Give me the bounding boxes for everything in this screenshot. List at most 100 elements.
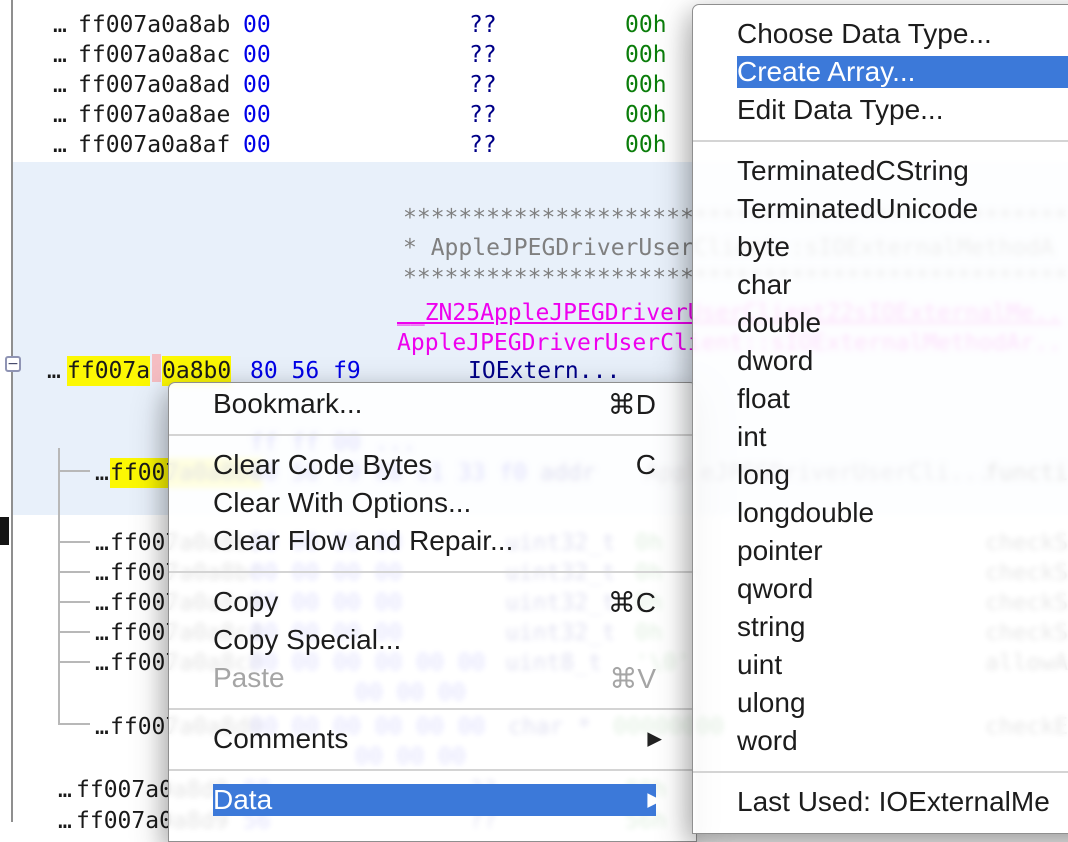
context-menu-item-paste: Paste⌘V <box>169 659 696 697</box>
context-menu-item-data[interactable]: Data ▶ <box>169 781 696 819</box>
menu-item-label: word <box>737 725 798 757</box>
menu-item-label: Edit Data Type... <box>737 94 944 126</box>
menu-item-label: Clear Flow and Repair... <box>213 525 513 557</box>
listing-field-m: ?? <box>469 130 497 160</box>
listing-field-b: 00 <box>243 10 271 40</box>
data-submenu-item-last-used[interactable]: Last Used: IOExternalMe <box>693 783 1068 821</box>
data-submenu-item-double[interactable]: double <box>693 304 1068 342</box>
listing-field-g: 00h <box>625 100 667 130</box>
menu-item-label: byte <box>737 231 790 263</box>
menu-item-label: qword <box>737 573 813 605</box>
tree-line <box>58 541 90 543</box>
listing-field-a: ff007a0a8ac <box>78 40 230 70</box>
menu-item-label: dword <box>737 345 813 377</box>
data-submenu-item-string[interactable]: string <box>693 608 1068 646</box>
listing-field-a: … <box>95 528 109 558</box>
menu-item-label: Clear With Options... <box>213 487 471 519</box>
data-submenu-item-long[interactable]: long <box>693 456 1068 494</box>
tree-line <box>58 448 60 724</box>
tree-line <box>58 601 90 603</box>
context-menu-item-comments[interactable]: Comments ▶ <box>169 720 696 758</box>
listing-field-a: … <box>53 70 67 100</box>
listing-field-m: ?? <box>469 100 497 130</box>
listing-field-b: 00 <box>243 70 271 100</box>
listing-field-a: … <box>95 618 109 648</box>
menu-item-label: pointer <box>737 535 823 567</box>
menu-item-label: TerminatedCString <box>737 155 969 187</box>
listing-field-a: … <box>47 356 61 386</box>
listing-field-a: … <box>53 100 67 130</box>
listing-field-a: … <box>58 775 72 805</box>
tree-line <box>58 571 90 573</box>
data-submenu-item-pointer[interactable]: pointer <box>693 532 1068 570</box>
listing-field-g: 00h <box>625 40 667 70</box>
listing-field-g: 00h <box>625 10 667 40</box>
listing-field-b: 00 <box>243 100 271 130</box>
menu-item-label: TerminatedUnicode <box>737 193 978 225</box>
listing-field-g: 00h <box>625 130 667 160</box>
listing-field-b: 00 <box>243 40 271 70</box>
menu-item-label: longdouble <box>737 497 874 529</box>
data-submenu-item-choose-data-type[interactable]: Choose Data Type... <box>693 15 1068 53</box>
listing-field-b: 00 <box>243 130 271 160</box>
menu-item-label: Copy Special... <box>213 624 401 656</box>
data-submenu-item-qword[interactable]: qword <box>693 570 1068 608</box>
menu-shortcut: C <box>636 449 656 481</box>
context-menu-item-clear-flow-and-repair[interactable]: Clear Flow and Repair... <box>169 522 696 560</box>
context-menu-item-copy-special[interactable]: Copy Special... <box>169 621 696 659</box>
context-menu-item-bookmark[interactable]: Bookmark... ⌘D <box>169 385 696 423</box>
data-submenu-item-ulong[interactable]: ulong <box>693 684 1068 722</box>
menu-item-label: char <box>737 269 791 301</box>
data-submenu-item-edit-data-type[interactable]: Edit Data Type... <box>693 91 1068 129</box>
menu-shortcut: ⌘C <box>608 586 656 619</box>
cursor-highlight <box>152 354 161 382</box>
menu-item-label: int <box>737 421 767 453</box>
data-submenu-item-byte[interactable]: byte <box>693 228 1068 266</box>
menu-separator <box>169 758 696 781</box>
context-menu-item-clear-code-bytes[interactable]: Clear Code BytesC <box>169 446 696 484</box>
listing-field-m: ?? <box>469 10 497 40</box>
data-submenu-item-dword[interactable]: dword <box>693 342 1068 380</box>
listing-field-m: ?? <box>469 70 497 100</box>
tree-line <box>58 631 90 633</box>
listing-field-a: ff007a0a8af <box>78 130 230 160</box>
menu-separator <box>169 560 696 583</box>
listing-field-a: … <box>95 558 109 588</box>
menu-item-label: Comments <box>213 723 348 755</box>
collapse-toggle-icon[interactable]: − <box>5 356 21 372</box>
data-submenu-item-terminatedunicode[interactable]: TerminatedUnicode <box>693 190 1068 228</box>
menu-separator <box>693 129 1068 152</box>
context-menu: Bookmark... ⌘D Clear Code BytesCClear With… <box>168 382 697 842</box>
menu-item-label: Bookmark... <box>213 388 362 420</box>
data-submenu-item-terminatedcstring[interactable]: TerminatedCString <box>693 152 1068 190</box>
menu-shortcut: ⌘D <box>608 388 656 421</box>
data-submenu-item-longdouble[interactable]: longdouble <box>693 494 1068 532</box>
context-menu-item-clear-with-options[interactable]: Clear With Options... <box>169 484 696 522</box>
listing-field-a: … <box>95 712 109 742</box>
data-submenu-item-int[interactable]: int <box>693 418 1068 456</box>
tree-line <box>58 661 90 663</box>
menu-item-label: ulong <box>737 687 806 719</box>
menu-separator <box>693 760 1068 783</box>
menu-separator <box>169 697 696 720</box>
menu-item-label: long <box>737 459 790 491</box>
listing-field-a: … <box>95 648 109 678</box>
listing-field-a: … <box>53 10 67 40</box>
menu-item-label: Last Used: IOExternalMe <box>737 786 1050 818</box>
menu-item-label: Data <box>213 784 272 816</box>
menu-item-label: string <box>737 611 805 643</box>
data-submenu-item-word[interactable]: word <box>693 722 1068 760</box>
data-submenu-item-create-array[interactable]: Create Array... <box>693 53 1068 91</box>
menu-shortcut: ⌘V <box>609 662 656 695</box>
listing-field-a: ff007a0a8ad <box>78 70 230 100</box>
menu-separator <box>169 423 696 446</box>
listing-field-a: ff007a0a8ab <box>78 10 230 40</box>
context-menu-item-copy[interactable]: Copy⌘C <box>169 583 696 621</box>
data-submenu-item-float[interactable]: float <box>693 380 1068 418</box>
data-submenu-item-uint[interactable]: uint <box>693 646 1068 684</box>
listing-field-g: 00h <box>625 70 667 100</box>
listing-field-m: ?? <box>469 40 497 70</box>
submenu-arrow-icon: ▶ <box>647 789 662 812</box>
data-submenu-item-char[interactable]: char <box>693 266 1068 304</box>
submenu-arrow-icon: ▶ <box>647 728 662 751</box>
